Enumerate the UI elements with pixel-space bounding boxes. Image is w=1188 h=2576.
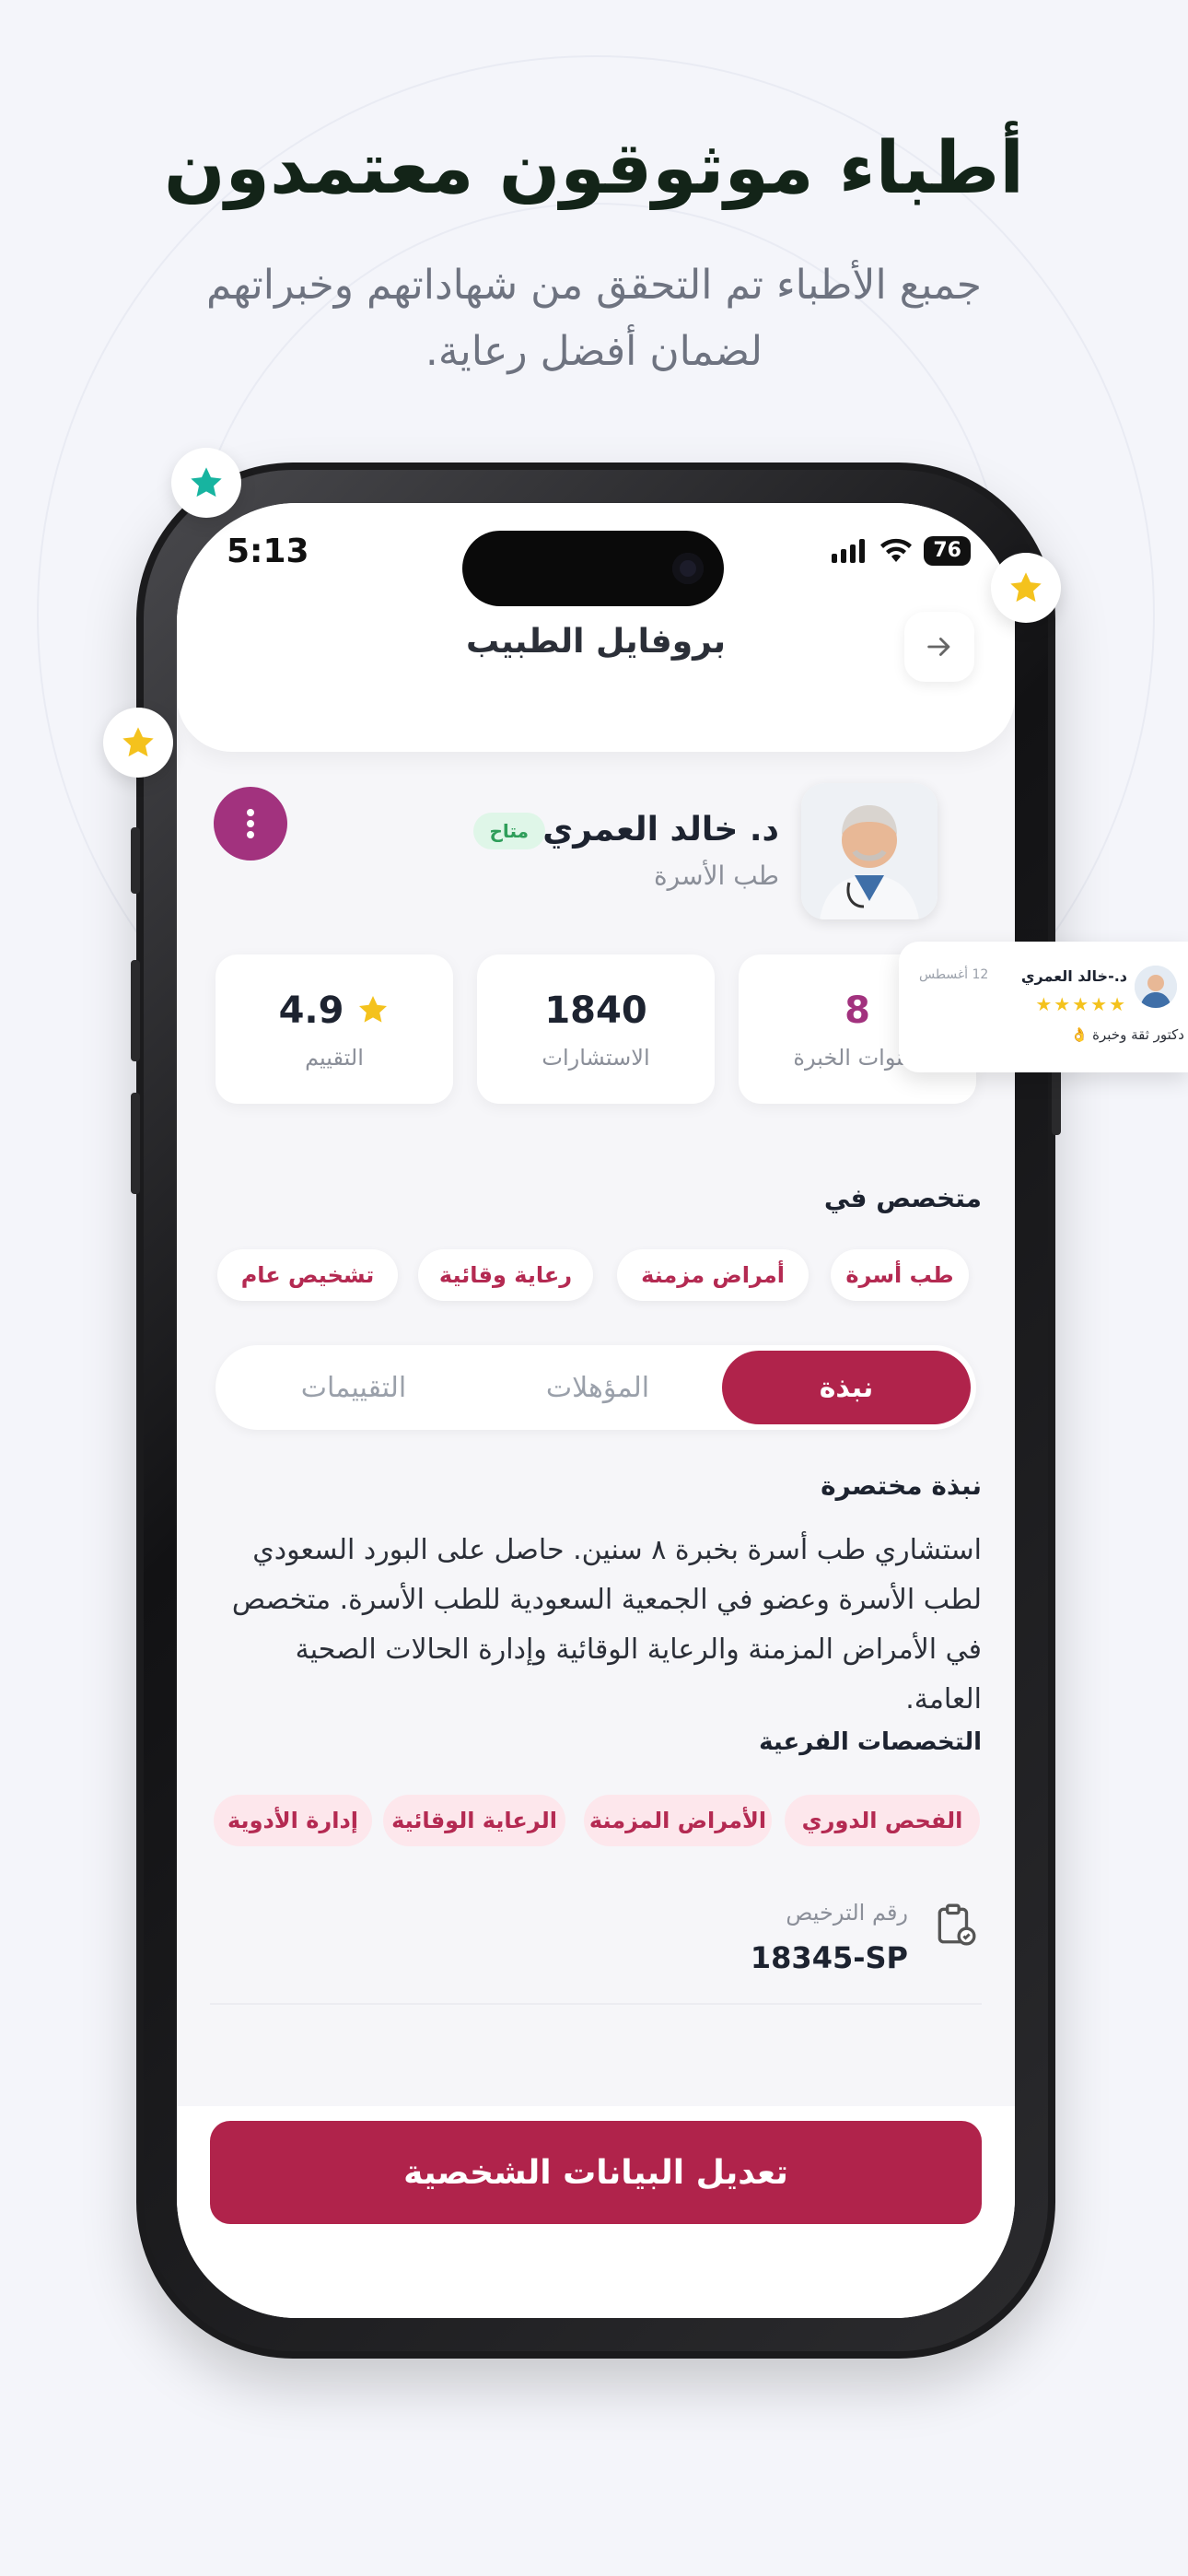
status-bar: 5:13 76 [177,503,1015,606]
star-icon [359,996,388,1023]
stat-label: الاستشارات [542,1045,650,1071]
yellow-star-icon [991,553,1061,623]
subspecialty-chip[interactable]: إدارة الأدوية [214,1795,372,1846]
wifi-icon [880,538,913,562]
review-text: دكتور ثقة وخبرة 👌 [1070,1026,1184,1043]
specialty-chip[interactable]: رعاية وقائية [418,1249,593,1301]
battery-indicator: 76 [924,536,971,566]
rating-value-row: 4.9 [215,989,453,1032]
reviewer-avatar [1135,966,1177,1008]
review-doctor-name: د.-خالد العمري [1020,967,1127,985]
teal-star-icon [171,448,241,518]
page-title: بروفايل الطبيب [466,623,726,661]
stat-value: 4.9 [278,989,344,1032]
arrow-right-icon [927,638,950,656]
doctor-name: د. خالد العمري [542,811,779,849]
volume-down-button [131,1093,140,1194]
specialty-chip[interactable]: تشخيص عام [217,1249,398,1301]
availability-badge: متاح [472,813,545,849]
doctor-portrait-icon [801,783,938,919]
tab-qualifications[interactable]: المؤهلات [483,1351,713,1424]
stat-card-rating: 4.9 التقييم [215,954,453,1104]
stat-value: 1840 [544,989,647,1032]
subspecialty-chip[interactable]: الرعاية الوقائية [383,1795,565,1846]
subspecialty-chip[interactable]: الأمراض المزمنة [584,1795,772,1846]
license-label: رقم الترخيص [786,1900,908,1926]
signal-icon [832,539,866,563]
yellow-star-icon [103,708,173,778]
marketing-headline: أطباء موثوقون معتمدون [163,127,1025,210]
back-button[interactable] [904,612,974,682]
status-time: 5:13 [227,533,309,570]
review-stars: ★★★★★ [1035,993,1127,1015]
section-title-subspecialties: التخصصات الفرعية [759,1728,982,1756]
divider [210,2003,982,2005]
dynamic-island [462,531,724,606]
tab-about[interactable]: نبذة [722,1351,971,1424]
doctor-specialty: طب الأسرة [653,861,779,891]
stat-card-consultations: 1840 الاستشارات [477,954,715,1104]
marketing-subline: جمبع الأطباء تم التحقق من شهاداتهم وخبرا… [205,262,983,375]
app-screen: 5:13 76 بروفايل الطبيب د. خالد العمري مت… [177,503,1015,2318]
camera-icon [672,553,704,584]
phone-frame: 5:13 76 بروفايل الطبيب د. خالد العمري مت… [131,463,1061,2359]
license-number: 18345-SP [750,1940,908,1975]
profile-tabs: نبذة المؤهلات التقييمات [215,1345,976,1430]
bio-text: استشاري طب أسرة بخبرة ٨ سنين. حاصل على ا… [231,1534,982,1715]
subspecialty-chip[interactable]: الفحص الدوري [785,1795,980,1846]
vertical-dots-icon [247,809,254,838]
review-card: د.-خالد العمري 12 أغسطس ★★★★★ دكتور ثقة … [899,942,1188,1072]
specialty-chip[interactable]: أمراض مزمنة [617,1249,809,1301]
doctor-avatar [801,783,938,919]
action-button [131,827,140,894]
section-title-specialized: متخصص في [823,1183,982,1213]
review-date: 12 أغسطس [919,967,989,982]
specialty-chip[interactable]: طب أسرة [831,1249,969,1301]
section-title-bio: نبذة مختصرة [821,1470,982,1501]
volume-up-button [131,960,140,1061]
license-clipboard-icon [938,1903,976,1946]
tab-reviews[interactable]: التقييمات [234,1351,473,1424]
stat-label: التقييم [305,1045,364,1071]
more-options-button[interactable] [214,787,287,861]
status-icons: 76 [832,536,971,566]
edit-profile-button[interactable]: تعديل البيانات الشخصية [210,2121,982,2224]
